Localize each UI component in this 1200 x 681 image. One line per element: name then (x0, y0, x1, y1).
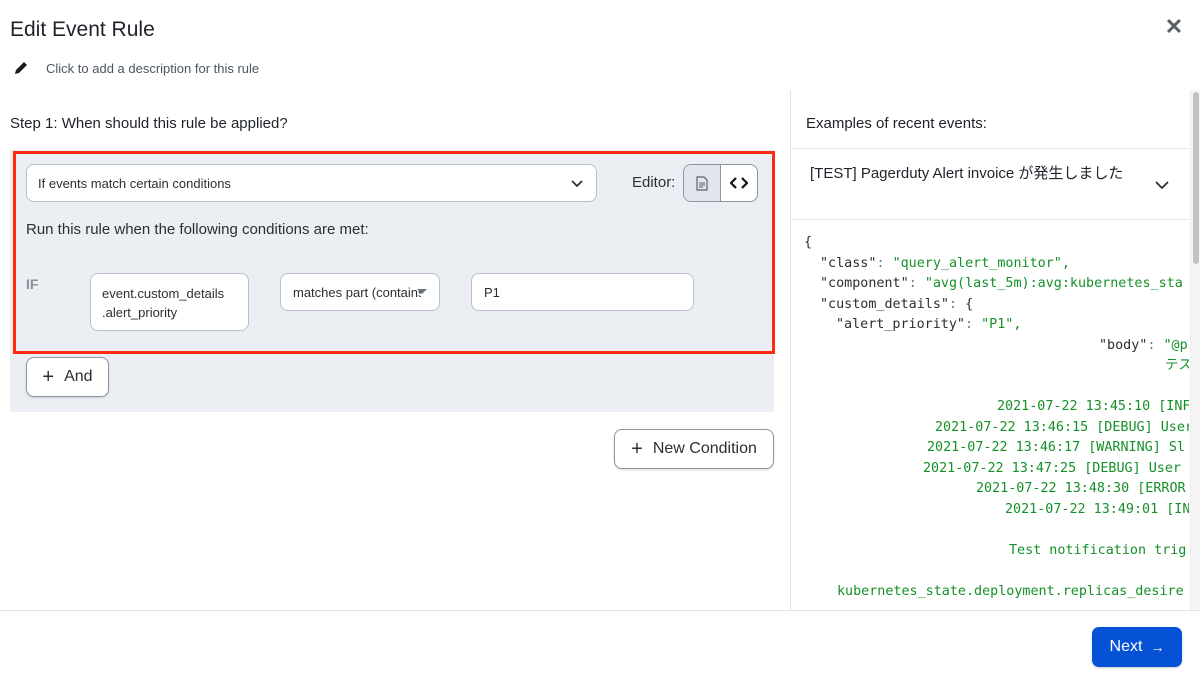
editor-mode-toggle (683, 164, 758, 202)
field-line-2: .alert_priority (102, 305, 178, 320)
json-colon: : (876, 255, 893, 271)
plus-icon: + (631, 438, 643, 460)
json-value: "P1", (981, 317, 1022, 332)
json-value: "@p (1163, 337, 1188, 353)
json-value-continued: テス (1165, 358, 1189, 373)
json-value: "query_alert_monitor", (892, 255, 1070, 271)
log-line: 2021-07-22 13:49:01 [IN (1005, 501, 1189, 517)
match-type-select[interactable]: If events match certain conditions (26, 164, 597, 202)
editor-label: Editor: (632, 174, 676, 191)
if-label: IF (26, 276, 39, 292)
and-label: And (64, 368, 93, 385)
conditions-description: Run this rule when the following conditi… (26, 221, 369, 238)
add-and-condition-button[interactable]: + And (26, 357, 109, 397)
event-title: [TEST] Pagerduty Alert invoice が発生しました (810, 165, 1124, 182)
close-button[interactable]: ✕ (1164, 16, 1184, 38)
json-colon: : (908, 276, 925, 291)
json-key: "custom_details" (820, 296, 949, 312)
json-key: "class" (820, 255, 877, 271)
json-colon: : (965, 317, 982, 332)
pencil-icon (12, 59, 30, 77)
operator-value: matches part (contains) (293, 284, 421, 300)
visual-editor-button[interactable] (684, 165, 721, 201)
edit-event-rule-modal: Edit Event Rule ✕ Click to add a descrip… (0, 0, 1200, 681)
json-brace: { (804, 235, 813, 250)
description-placeholder[interactable]: Click to add a description for this rule (46, 61, 259, 76)
field-line-1: event.custom_details (102, 286, 225, 301)
json-key: "component" (820, 276, 909, 291)
json-value: "avg(last_5m):avg:kubernetes_sta (924, 276, 1183, 291)
new-condition-label: New Condition (652, 440, 757, 457)
arrow-right-icon: → (1150, 639, 1165, 655)
condition-value-input[interactable] (471, 273, 694, 311)
step1-title: Step 1: When should this rule be applied… (10, 115, 288, 132)
log-line: 2021-07-22 13:46:17 [WARNING] Sl (927, 440, 1185, 455)
match-type-value: If events match certain conditions (38, 175, 231, 191)
chevron-down-icon (1155, 181, 1169, 190)
code-editor-button[interactable] (721, 165, 757, 201)
scrollbar-thumb[interactable] (1193, 92, 1199, 264)
event-json-viewer: { "class": "query_alert_monitor", "compo… (791, 220, 1189, 610)
chevron-down-icon (571, 180, 583, 188)
document-icon (696, 175, 708, 191)
code-icon (730, 177, 748, 189)
json-key: "body" (1099, 337, 1148, 353)
json-brace: { (965, 296, 974, 312)
json-key: "alert_priority" (836, 317, 965, 332)
caret-down-icon (417, 289, 427, 294)
new-condition-button[interactable]: + New Condition (614, 429, 774, 469)
next-button[interactable]: Next → (1092, 627, 1182, 667)
log-line: kubernetes_state.deployment.replicas_des… (837, 583, 1184, 599)
event-selector[interactable]: [TEST] Pagerduty Alert invoice が発生しました (791, 149, 1189, 219)
description-row[interactable]: Click to add a description for this rule (12, 58, 259, 78)
condition-operator-select[interactable]: matches part (contains) (280, 273, 440, 311)
log-line: 2021-07-22 13:48:30 [ERROR (976, 481, 1186, 496)
log-line: 2021-07-22 13:47:25 [DEBUG] User (923, 460, 1189, 476)
examples-title: Examples of recent events: (806, 115, 987, 132)
log-line: 2021-07-22 13:45:10 [INFO (997, 399, 1189, 414)
rule-editor-pane: Step 1: When should this rule be applied… (0, 90, 790, 610)
json-colon: : (1147, 337, 1164, 353)
examples-pane: Examples of recent events: [TEST] Pagerd… (790, 90, 1200, 610)
json-colon: : (949, 296, 966, 312)
log-line: 2021-07-22 13:46:15 [DEBUG] User (935, 419, 1189, 435)
close-icon: ✕ (1164, 14, 1184, 39)
log-line: Test notification trig (1009, 542, 1187, 558)
plus-icon: + (42, 366, 55, 388)
footer-divider (0, 610, 1200, 611)
condition-field-select[interactable]: event.custom_details .alert_priority (90, 273, 249, 331)
examples-scrollbar[interactable] (1190, 90, 1200, 610)
next-label: Next (1109, 638, 1143, 655)
modal-title: Edit Event Rule (10, 18, 155, 41)
